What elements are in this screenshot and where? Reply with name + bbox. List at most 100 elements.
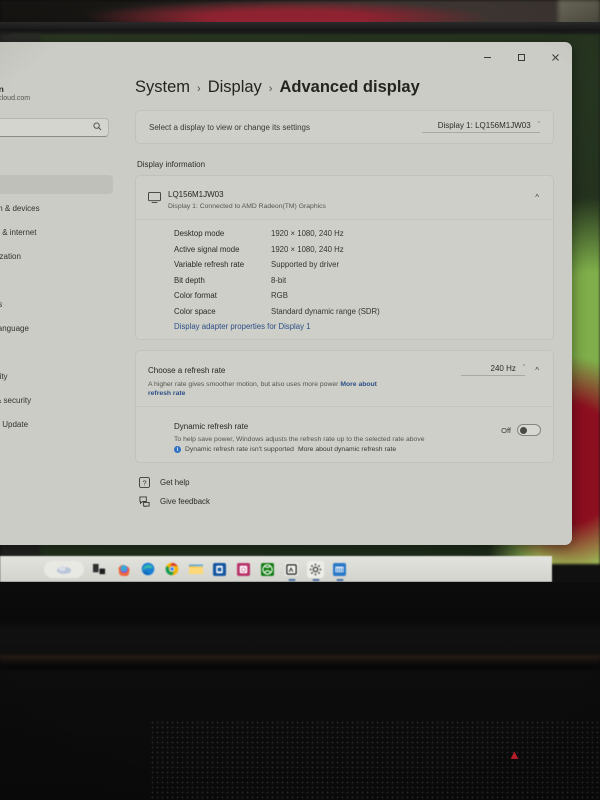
table-row: Variable refresh rate Supported by drive…	[174, 260, 541, 269]
refresh-rate-panel: Choose a refresh rate A higher rate give…	[135, 350, 554, 464]
help-icon: ?	[139, 477, 151, 489]
monitor-icon	[148, 191, 165, 203]
display-information-rows: Desktop mode 1920 × 1080, 240 Hz Active …	[136, 220, 553, 339]
photo-scene: n Noun noun@icloud.com th & devices k & …	[0, 0, 600, 800]
chrome-icon[interactable]	[163, 561, 180, 578]
brand-logo: ▲	[508, 747, 521, 762]
svg-text:O: O	[241, 567, 246, 573]
refresh-rate-row: Choose a refresh rate A higher rate give…	[136, 351, 553, 406]
account-block[interactable]: n Noun noun@icloud.com	[0, 84, 117, 102]
footer-links: ? Get help Give feedback	[135, 477, 554, 508]
edge-icon[interactable]	[139, 561, 156, 578]
display-selector-value: Display 1: LQ156M1JW03	[437, 121, 531, 130]
page-title: Advanced display	[279, 78, 420, 96]
monitor-name: LQ156M1JW03	[168, 190, 224, 199]
give-feedback-label: Give feedback	[160, 497, 210, 507]
sidebar-item-accounts[interactable]: ts	[0, 295, 113, 314]
table-row: Active signal mode 1920 × 1080, 240 Hz	[174, 245, 541, 254]
laptop-hinge	[0, 655, 600, 669]
feedback-icon	[139, 496, 151, 508]
display-adapter-properties-link[interactable]: Display adapter properties for Display 1	[174, 322, 541, 331]
row-value: Supported by driver	[271, 260, 340, 269]
refresh-rate-description-text: A higher rate gives smoother motion, but…	[148, 381, 339, 388]
row-value: Standard dynamic range (SDR)	[271, 306, 380, 316]
row-value: 1920 × 1080, 240 Hz	[271, 244, 344, 254]
laptop-bezel-top	[0, 22, 600, 31]
store-icon[interactable]	[211, 561, 228, 578]
search-input[interactable]	[0, 118, 109, 137]
breadcrumb-display[interactable]: Display	[208, 78, 262, 97]
sidebar-item-apps[interactable]	[0, 271, 113, 290]
content-area: System › Display › Advanced display Sele…	[117, 42, 572, 545]
more-about-dynamic-refresh-rate-link[interactable]: More about dynamic refresh rate	[298, 446, 396, 453]
xbox-icon[interactable]	[259, 561, 276, 578]
display-information-panel: LQ156M1JW03 Display 1: Connected to AMD …	[135, 175, 554, 340]
sidebar-item-label: k & internet	[0, 228, 37, 237]
sidebar-item-accessibility[interactable]: ility	[0, 367, 113, 386]
search-icon	[93, 122, 102, 133]
start-button[interactable]	[44, 560, 84, 578]
account-email: noun@icloud.com	[0, 95, 31, 102]
row-value: 8-bit	[271, 275, 287, 285]
office-icon[interactable]: O	[235, 561, 252, 578]
section-title-display-information: Display information	[137, 160, 206, 169]
dynamic-refresh-note-text: Dynamic refresh rate isn't supported	[185, 446, 294, 454]
sidebar-item-label: ts	[0, 300, 3, 309]
table-row: Bit depth 8-bit	[174, 276, 541, 285]
sidebar-item-personalization[interactable]: lization	[0, 247, 113, 266]
sidebar-item-label: lization	[0, 252, 21, 261]
display-information-header[interactable]: LQ156M1JW03 Display 1: Connected to AMD …	[136, 176, 553, 219]
chevron-down-icon: ˇ	[522, 365, 526, 372]
sidebar-item-privacy-security[interactable]: & security	[0, 391, 113, 410]
file-explorer-icon[interactable]	[187, 561, 204, 578]
display-selector-label: Select a display to view or change its s…	[149, 122, 310, 132]
sidebar-item-gaming[interactable]	[0, 343, 113, 362]
chevron-down-icon: ˇ	[537, 122, 540, 129]
table-row: Desktop mode 1920 × 1080, 240 Hz	[174, 229, 541, 238]
sidebar-item-system[interactable]	[0, 175, 113, 194]
display-selector-dropdown[interactable]: Display 1: LQ156M1JW03 ˇ	[422, 121, 540, 133]
sidebar-item-bluetooth-devices[interactable]: th & devices	[0, 199, 113, 218]
row-key: Desktop mode	[174, 229, 225, 238]
sidebar-item-label: s Update	[0, 420, 29, 429]
sidebar: n Noun noun@icloud.com th & devices k & …	[0, 42, 117, 545]
account-name: n Noun	[0, 84, 4, 94]
running-indicator	[312, 578, 319, 581]
sidebar-item-time-language[interactable]: language	[0, 319, 113, 338]
refresh-rate-value: 240 Hz	[490, 364, 516, 373]
settings-icon[interactable]	[307, 560, 324, 581]
running-indicator	[336, 578, 343, 581]
task-view-icon[interactable]	[91, 561, 108, 578]
sidebar-item-network-internet[interactable]: k & internet	[0, 223, 113, 242]
running-indicator	[288, 578, 295, 581]
dynamic-refresh-note: i Dynamic refresh rate isn't supported M…	[174, 446, 501, 454]
app-icon[interactable]	[283, 561, 300, 581]
refresh-rate-title: Choose a refresh rate	[148, 366, 226, 375]
dynamic-refresh-toggle-label: Off	[501, 425, 511, 435]
speaker-grille	[150, 720, 600, 800]
svg-text:?: ?	[142, 479, 146, 488]
row-value: RGB	[271, 291, 288, 300]
sidebar-item-label: th & devices	[0, 204, 40, 213]
chevron-up-icon[interactable]: ^	[535, 193, 541, 202]
store-app-icon[interactable]	[331, 561, 348, 581]
row-value: 1920 × 1080, 240 Hz	[271, 229, 344, 238]
copilot-icon[interactable]	[115, 561, 132, 578]
give-feedback-link[interactable]: Give feedback	[139, 496, 554, 508]
sidebar-item-home[interactable]	[0, 151, 113, 170]
sidebar-item-label: ility	[0, 372, 8, 381]
row-key: Color space	[174, 306, 216, 316]
breadcrumb-system[interactable]: System	[135, 78, 190, 97]
dynamic-refresh-toggle[interactable]	[517, 424, 541, 437]
row-key: Color format	[174, 291, 217, 300]
refresh-rate-dropdown[interactable]: 240 Hz ˇ	[461, 364, 526, 376]
monitor-subtitle: Display 1: Connected to AMD Radeon(TM) G…	[168, 203, 326, 210]
sidebar-nav: th & devices k & internet lization ts la…	[0, 151, 117, 434]
dynamic-refresh-rate-row: Dynamic refresh rate To help save power,…	[136, 407, 553, 462]
get-help-link[interactable]: ? Get help	[139, 477, 554, 489]
refresh-rate-description: A higher rate gives smoother motion, but…	[148, 380, 380, 398]
sidebar-item-windows-update[interactable]: s Update	[0, 415, 113, 434]
row-key: Variable refresh rate	[174, 260, 245, 269]
chevron-up-icon[interactable]: ^	[535, 366, 541, 375]
info-icon: i	[174, 446, 181, 454]
